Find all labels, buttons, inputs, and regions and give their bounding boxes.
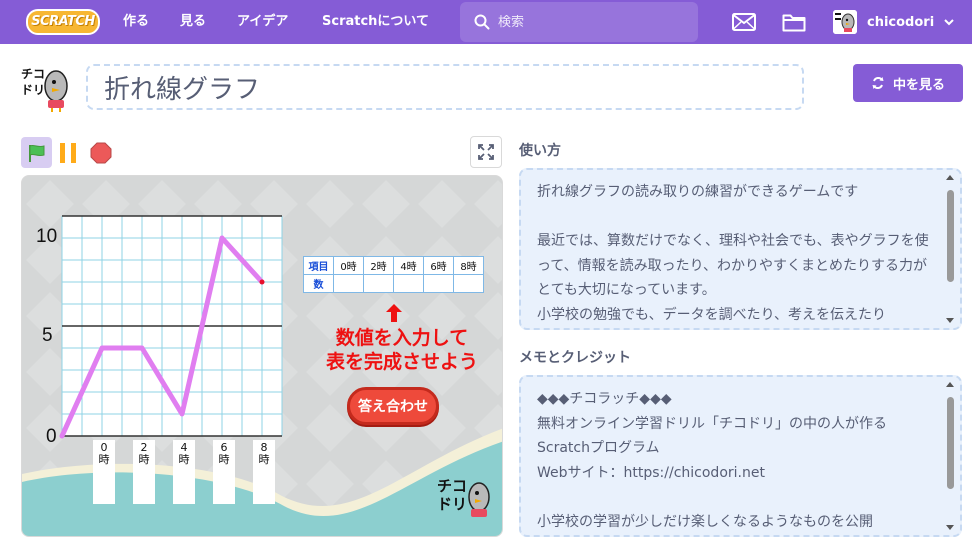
table-col-8: 8時	[453, 256, 484, 275]
nav-explore[interactable]: 見る	[180, 0, 206, 44]
user-menu[interactable]: chicodori	[833, 10, 954, 34]
table-row-head-count: 数	[303, 274, 334, 293]
table-cell-input[interactable]	[453, 274, 484, 293]
svg-text:チコ: チコ	[437, 477, 467, 495]
notes-textarea[interactable]: ◆◆◆チコラッチ◆◆◆ 無料オンライン学習ドリル「チコドリ」の中の人が作るScr…	[519, 375, 962, 537]
svg-text:ドリ: ドリ	[437, 495, 467, 513]
project-stage[interactable]: 10 5 0 0時 2時 4時 6時 8時 項目 0時 2時 4時 6時 8時 …	[21, 175, 503, 537]
y-tick-10: 10	[36, 226, 58, 247]
search-bar[interactable]	[460, 2, 698, 42]
x-label-2: 2時	[133, 440, 155, 504]
table-col-4: 4時	[393, 256, 424, 275]
table-cell-input[interactable]	[363, 274, 394, 293]
scroll-up-arrow[interactable]	[946, 382, 954, 387]
x-label-6: 6時	[213, 440, 235, 504]
red-up-arrow-icon	[386, 304, 402, 322]
stop-icon	[90, 142, 112, 164]
chicodori-logo: チコ ドリ	[435, 473, 495, 521]
svg-text:チコ: チコ	[21, 67, 45, 81]
pause-icon	[60, 143, 76, 163]
messages-icon[interactable]	[732, 13, 756, 31]
x-label-8: 8時	[253, 440, 275, 504]
instructions-text: 折れ線グラフの読み取りの練習ができるゲームです 最近では、算数だけでなく、理科や…	[537, 184, 929, 323]
instructions-heading: 使い方	[519, 143, 561, 159]
top-nav: SCRATCH 作る 見る アイデア Scratchについて 検索 chicod…	[0, 0, 972, 44]
my-stuff-folder-icon[interactable]	[782, 12, 806, 32]
nav-ideas[interactable]: アイデア	[237, 0, 288, 44]
y-tick-0: 0	[46, 426, 57, 447]
scroll-down-arrow[interactable]	[946, 525, 954, 530]
search-input[interactable]	[498, 14, 678, 30]
answer-table: 項目 0時 2時 4時 6時 8時 数	[303, 256, 484, 293]
instructions-scrollbar[interactable]	[947, 190, 954, 282]
notes-scrollbar[interactable]	[947, 397, 954, 489]
see-inside-label: 中を見る	[892, 77, 945, 93]
x-label-4: 4時	[173, 440, 195, 504]
fullscreen-button[interactable]	[470, 136, 502, 168]
chart-series-endpoint	[259, 279, 265, 285]
notes-text: ◆◆◆チコラッチ◆◆◆ 無料オンライン学習ドリル「チコドリ」の中の人が作るScr…	[537, 391, 887, 530]
instruction-text: 数値を入力して 表を完成させよう	[325, 327, 478, 373]
green-flag-icon	[28, 144, 44, 162]
see-inside-button[interactable]: 中を見る	[853, 64, 963, 102]
project-title-input[interactable]: 折れ線グラフ	[86, 64, 804, 110]
svg-text:ドリ: ドリ	[21, 83, 45, 97]
nav-create[interactable]: 作る	[123, 0, 149, 44]
y-tick-5: 5	[42, 325, 53, 346]
table-col-2: 2時	[363, 256, 394, 275]
table-cell-input[interactable]	[423, 274, 454, 293]
table-col-6: 6時	[423, 256, 454, 275]
fullscreen-icon	[478, 144, 494, 160]
project-author-avatar[interactable]: チコ ドリ	[20, 64, 72, 112]
scratch-logo[interactable]: SCRATCH	[26, 9, 100, 35]
remix-arrows-icon	[872, 77, 884, 89]
table-row-head-item: 項目	[303, 256, 334, 275]
chevron-down-icon	[944, 18, 954, 25]
table-col-0: 0時	[333, 256, 364, 275]
search-icon	[474, 14, 490, 30]
table-cell-input[interactable]	[393, 274, 424, 293]
user-avatar	[833, 10, 857, 34]
username: chicodori	[867, 14, 935, 30]
scroll-up-arrow[interactable]	[946, 175, 954, 180]
nav-about[interactable]: Scratchについて	[322, 0, 429, 44]
instructions-textarea[interactable]: 折れ線グラフの読み取りの練習ができるゲームです 最近では、算数だけでなく、理科や…	[519, 168, 962, 330]
notes-heading: メモとクレジット	[519, 350, 631, 366]
table-cell-input[interactable]	[333, 274, 364, 293]
x-label-0: 0時	[93, 440, 115, 504]
green-flag-button[interactable]	[21, 137, 52, 168]
scroll-down-arrow[interactable]	[946, 318, 954, 323]
stop-button[interactable]	[88, 140, 114, 166]
pause-button[interactable]	[56, 140, 80, 166]
check-answer-button[interactable]: 答え合わせ	[347, 387, 439, 425]
